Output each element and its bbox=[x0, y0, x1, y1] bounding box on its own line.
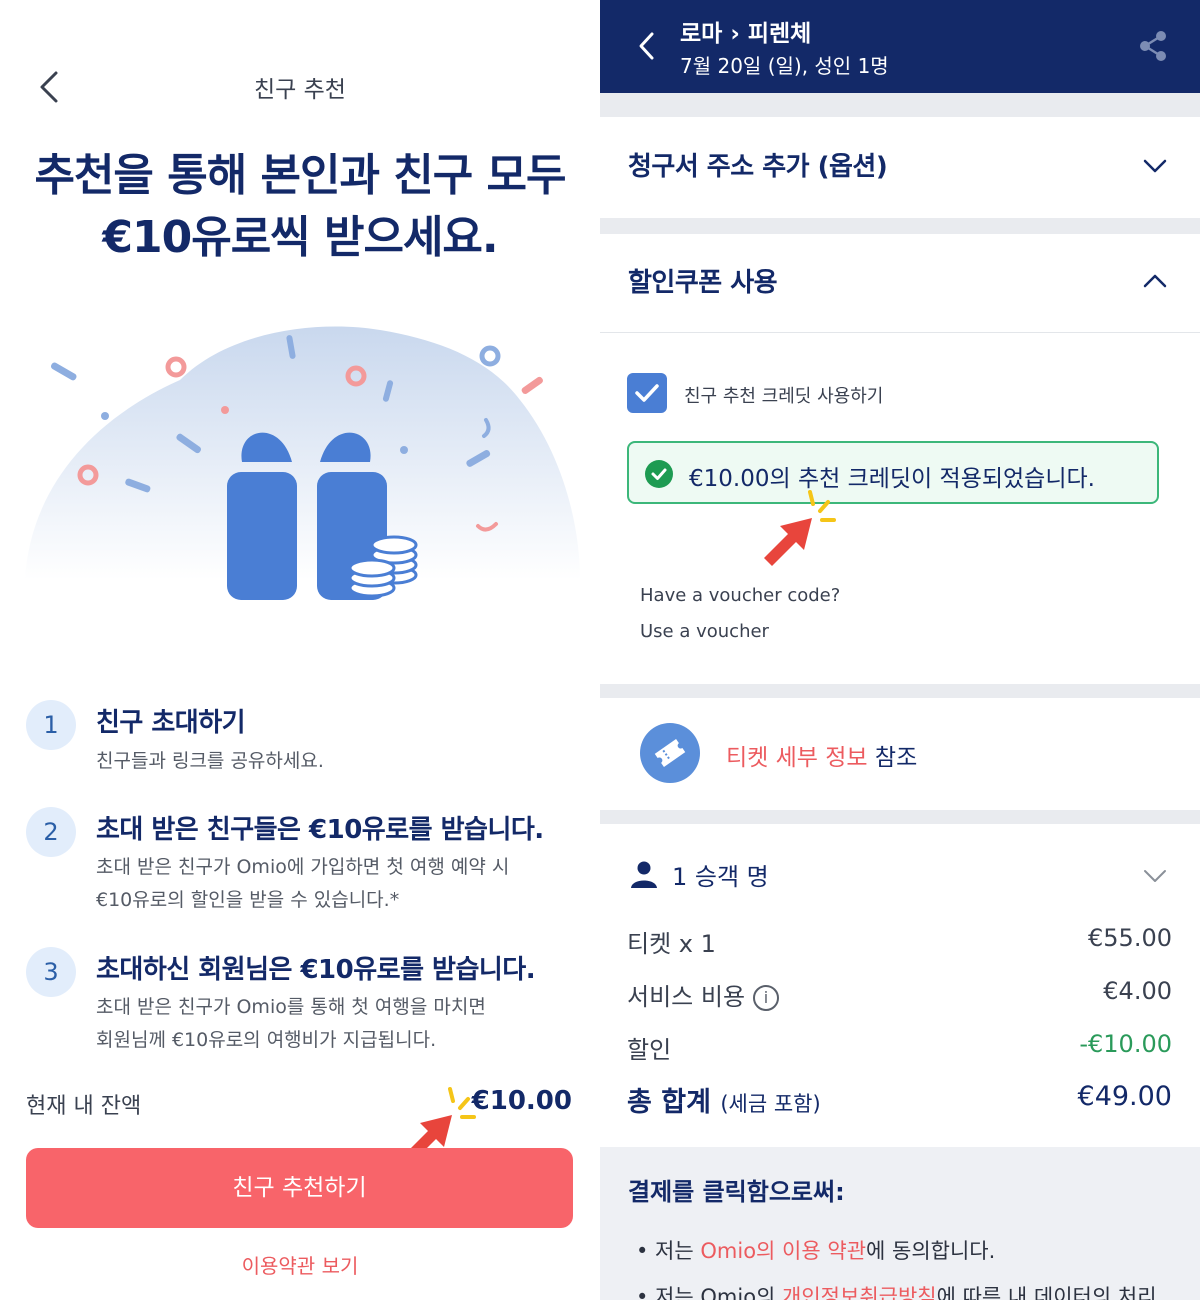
ticket-icon bbox=[640, 723, 700, 783]
step-number: 3 bbox=[26, 947, 76, 997]
chevron-down-icon[interactable] bbox=[1142, 868, 1168, 884]
terms-link[interactable]: 이용약관 보기 bbox=[0, 1250, 600, 1279]
credit-applied-alert: €10.00의 추천 크레딧이 적용되었습니다. bbox=[627, 441, 1159, 504]
total-value: €49.00 bbox=[1077, 1081, 1172, 1112]
step-desc: 초대 받은 친구가 Omio를 통해 첫 여행을 마치면 회원님께 €10유로의… bbox=[96, 991, 576, 1057]
balance-label: 현재 내 잔액 bbox=[26, 1094, 142, 1119]
chevron-left-icon[interactable] bbox=[636, 30, 658, 62]
person-icon bbox=[631, 861, 657, 888]
legal-text: 에 따른 내 데이터의 처리 bbox=[936, 1285, 1157, 1300]
referral-credit-checkbox[interactable] bbox=[627, 373, 667, 413]
top-bar: 로마 › 피렌체 7월 20일 (일), 성인 1명 bbox=[600, 0, 1200, 93]
share-icon[interactable] bbox=[1138, 30, 1168, 62]
referral-screen: 친구 추천 추천을 통해 본인과 친구 모두 €10유로씩 받으세요. 1 친구… bbox=[0, 0, 600, 1300]
step-title: 초대 받은 친구들은 €10유로를 받습니다. bbox=[96, 815, 544, 845]
billing-section-title[interactable]: 청구서 주소 추가 (옵션) bbox=[628, 146, 888, 183]
legal-text: • 저는 Omio의 bbox=[636, 1285, 783, 1300]
route-title: 로마 › 피렌체 bbox=[680, 21, 812, 47]
use-voucher-link[interactable]: Use a voucher bbox=[640, 621, 769, 642]
service-fee-label: 서비스 비용 i bbox=[627, 977, 780, 1012]
legal-text: • 저는 bbox=[636, 1239, 701, 1263]
step-desc-line: 초대 받은 친구가 Omio에 가입하면 첫 여행 예약 시 bbox=[96, 856, 510, 878]
legal-item-terms: • 저는 Omio의 이용 약관에 동의합니다. bbox=[636, 1235, 995, 1265]
section-divider bbox=[600, 218, 1200, 234]
legal-item-privacy: • 저는 Omio의 개인정보취급방침에 따른 내 데이터의 처리 bbox=[636, 1281, 1157, 1300]
coupon-section-title[interactable]: 할인쿠폰 사용 bbox=[628, 262, 778, 299]
step-number: 2 bbox=[26, 807, 76, 857]
step-desc: 초대 받은 친구가 Omio에 가입하면 첫 여행 예약 시 €10유로의 할인… bbox=[96, 851, 576, 917]
ticket-details-suffix: 참조 bbox=[867, 745, 918, 771]
service-fee-text: 서비스 비용 bbox=[627, 983, 746, 1011]
step-desc: 친구들과 링크를 공유하세요. bbox=[96, 750, 324, 772]
ticket-details-link[interactable]: 티켓 세부 정보 참조 bbox=[726, 738, 917, 772]
legal-consent: 결제를 클릭함으로써: • 저는 Omio의 이용 약관에 동의합니다. • 저… bbox=[600, 1147, 1200, 1300]
checkout-screen: 로마 › 피렌체 7월 20일 (일), 성인 1명 청구서 주소 추가 (옵션… bbox=[600, 0, 1200, 1300]
ticket-price-label: 티켓 x 1 bbox=[627, 930, 716, 958]
step-desc-line: 초대 받은 친구가 Omio를 통해 첫 여행을 마치면 bbox=[96, 996, 486, 1018]
section-divider bbox=[600, 810, 1200, 824]
chevron-down-icon[interactable] bbox=[1142, 158, 1168, 174]
info-icon[interactable]: i bbox=[753, 985, 780, 1011]
discount-value: -€10.00 bbox=[1079, 1030, 1172, 1058]
gift-illustration bbox=[25, 326, 580, 600]
step-number: 1 bbox=[26, 700, 76, 750]
total-label-text: 총 합계 bbox=[627, 1087, 711, 1118]
section-divider bbox=[600, 93, 1200, 117]
step-desc-line: 회원님께 €10유로의 여행비가 지급됩니다. bbox=[96, 1029, 437, 1051]
headline-line-1: 추천을 통해 본인과 친구 모두 bbox=[34, 150, 566, 201]
privacy-policy-link[interactable]: 개인정보취급방침 bbox=[782, 1285, 937, 1300]
divider-line bbox=[600, 332, 1200, 333]
refer-friend-button[interactable]: 친구 추천하기 bbox=[26, 1148, 573, 1228]
chevron-up-icon[interactable] bbox=[1142, 273, 1168, 289]
trip-date: 7월 20일 (일), 성인 1명 bbox=[680, 54, 889, 78]
step-title: 초대하신 회원님은 €10유로를 받습니다. bbox=[96, 955, 536, 985]
step-title: 친구 초대하기 bbox=[96, 708, 246, 738]
pointer-arrow-icon bbox=[764, 490, 836, 566]
passenger-count[interactable]: 1 승객 명 bbox=[672, 857, 769, 892]
headline: 추천을 통해 본인과 친구 모두 €10유로씩 받으세요. bbox=[0, 145, 600, 269]
legal-text: 에 동의합니다. bbox=[866, 1239, 996, 1263]
check-circle-icon bbox=[645, 460, 673, 488]
legal-title: 결제를 클릭함으로써: bbox=[628, 1178, 845, 1206]
page-title: 친구 추천 bbox=[254, 77, 346, 103]
discount-label: 할인 bbox=[627, 1036, 672, 1064]
voucher-question: Have a voucher code? bbox=[640, 585, 841, 606]
check-icon bbox=[635, 384, 659, 402]
tax-note: (세금 포함) bbox=[720, 1092, 821, 1116]
ticket-price-value: €55.00 bbox=[1088, 924, 1172, 952]
terms-of-use-link[interactable]: Omio의 이용 약관 bbox=[700, 1239, 866, 1263]
referral-credit-label: 친구 추천 크레딧 사용하기 bbox=[684, 386, 884, 407]
ticket-details-link-text[interactable]: 티켓 세부 정보 bbox=[726, 745, 868, 771]
credit-applied-message: €10.00의 추천 크레딧이 적용되었습니다. bbox=[689, 466, 1095, 492]
step-desc-line: €10유로의 할인을 받을 수 있습니다.* bbox=[96, 889, 400, 911]
section-divider bbox=[600, 684, 1200, 698]
headline-line-2: €10유로씩 받으세요. bbox=[102, 212, 498, 263]
service-fee-value: €4.00 bbox=[1103, 977, 1172, 1005]
total-label: 총 합계 (세금 포함) bbox=[627, 1080, 821, 1119]
